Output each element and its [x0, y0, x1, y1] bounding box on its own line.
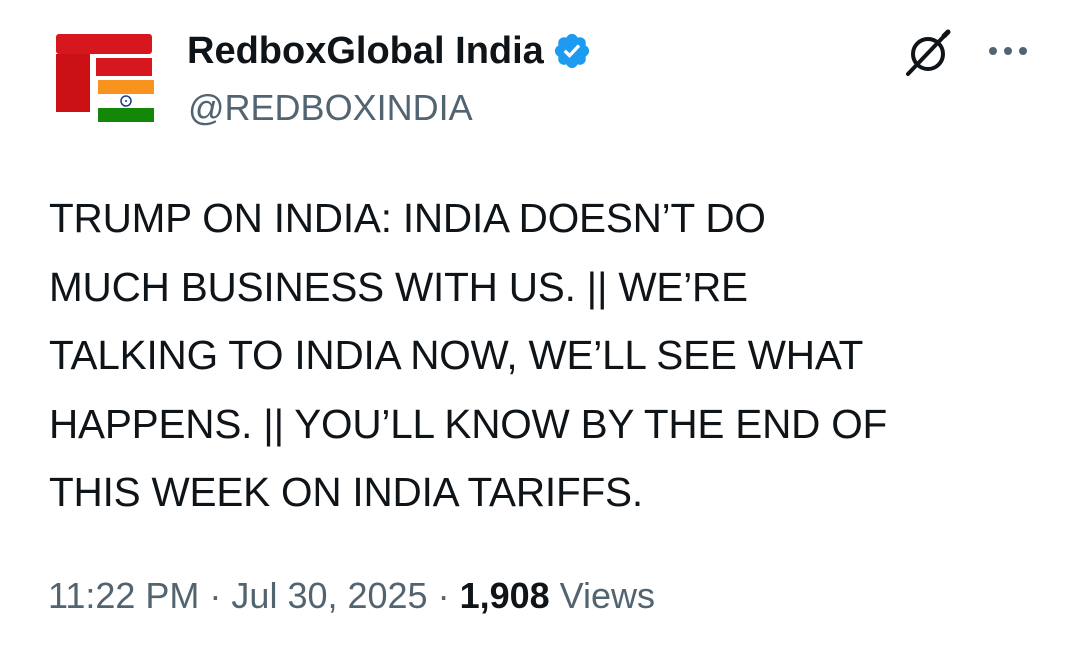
author-handle[interactable]: @REDBOXINDIA [188, 86, 473, 130]
meta-separator: · [199, 575, 232, 616]
tweet-time[interactable]: 11:22 PM [48, 575, 199, 616]
author-display-name[interactable]: RedboxGlobal India [187, 28, 592, 74]
meta-separator-2: · [427, 575, 460, 616]
more-options-button[interactable] [986, 38, 1030, 64]
more-options-icon [989, 47, 1027, 55]
verified-badge-icon [552, 31, 592, 71]
display-name-text: RedboxGlobal India [187, 30, 544, 72]
tweet-text: TRUMP ON INDIA: INDIA DOESN’T DO MUCH BU… [49, 195, 888, 515]
author-avatar[interactable] [52, 28, 162, 126]
grok-button[interactable] [900, 26, 956, 82]
views-count[interactable]: 1,908 [460, 575, 550, 616]
tweet-meta: 11:22 PM · Jul 30, 2025 · 1,908 Views [48, 572, 655, 620]
grok-icon [906, 29, 951, 76]
views-label: Views [549, 575, 656, 616]
tweet-date[interactable]: Jul 30, 2025 [231, 575, 427, 616]
redbox-flag-logo-icon [56, 34, 154, 122]
